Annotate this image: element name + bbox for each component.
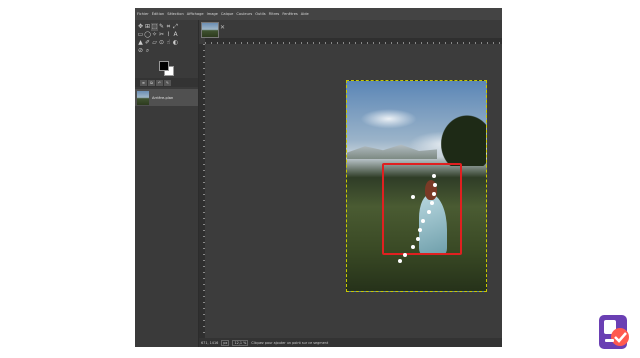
tab-paths[interactable]: ✎ bbox=[164, 79, 171, 86]
path-points-overlay bbox=[398, 174, 437, 263]
path-anchor-point[interactable] bbox=[403, 253, 407, 257]
rect-select-icon[interactable]: ▭ bbox=[137, 31, 144, 39]
tool-grid: ✥ ⊞ ⬚ ✎ ⌗ ⤢ ▭ ◯ ✧ ✂ ⌇ A ▲ ✐ ▱ ⊙ ☝ ◐ ⊘ ⌕ bbox=[137, 23, 182, 55]
menu-outils[interactable]: Outils bbox=[255, 12, 265, 16]
eraser-icon[interactable]: ▱ bbox=[151, 39, 158, 47]
menu-filtres[interactable]: Filtres bbox=[269, 12, 280, 16]
menu-couleurs[interactable]: Couleurs bbox=[236, 12, 252, 16]
layers-dock-tabs: ≡ ⧉ ↶ ✎ bbox=[135, 78, 198, 87]
zoom-icon[interactable]: ⌕ bbox=[144, 47, 151, 55]
path-anchor-point[interactable] bbox=[416, 237, 420, 241]
layer-item[interactable]: Arrière-plan bbox=[135, 89, 198, 106]
tab-channels[interactable]: ⧉ bbox=[148, 79, 155, 86]
layer-name: Arrière-plan bbox=[152, 95, 174, 100]
transform-tool-icon[interactable]: ⤢ bbox=[172, 23, 179, 31]
paintbrush-icon[interactable]: ✐ bbox=[144, 39, 151, 47]
unit-select[interactable]: px bbox=[221, 339, 230, 346]
crop-tool-icon[interactable]: ⌗ bbox=[165, 23, 172, 31]
zoom-select[interactable]: 12,1 % bbox=[232, 339, 249, 346]
path-anchor-point[interactable] bbox=[421, 219, 425, 223]
photo-canvas[interactable] bbox=[346, 80, 487, 292]
color-swatches[interactable] bbox=[159, 61, 174, 76]
free-select-icon[interactable]: ⬚ bbox=[151, 23, 158, 31]
menu-calque[interactable]: Calque bbox=[221, 12, 233, 16]
menu-image[interactable]: Image bbox=[207, 12, 218, 16]
move-tool-icon[interactable]: ✥ bbox=[137, 23, 144, 31]
close-icon[interactable]: ✕ bbox=[220, 24, 225, 31]
menu-fichier[interactable]: Fichier bbox=[137, 12, 149, 16]
menu-edition[interactable]: Édition bbox=[152, 12, 164, 16]
path-anchor-point[interactable] bbox=[418, 228, 422, 232]
scissors-icon[interactable]: ✂ bbox=[158, 31, 165, 39]
status-message: Cliquez pour ajouter un point sur ce seg… bbox=[251, 340, 329, 345]
path-tool-icon[interactable]: ✎ bbox=[158, 23, 165, 31]
color-picker-icon[interactable]: ⊘ bbox=[137, 47, 144, 55]
menu-selection[interactable]: Sélection bbox=[167, 12, 184, 16]
menu-affichage[interactable]: Affichage bbox=[187, 12, 204, 16]
toolbox-panel: ✥ ⊞ ⬚ ✎ ⌗ ⤢ ▭ ◯ ✧ ✂ ⌇ A ▲ ✐ ▱ ⊙ ☝ ◐ ⊘ ⌕ ≡ ⧉ ↶ ✎ Arrière-pla… bbox=[135, 20, 199, 347]
bucket-fill-icon[interactable]: ▲ bbox=[137, 39, 144, 47]
menu-fenetres[interactable]: Fenêtres bbox=[282, 12, 297, 16]
path-anchor-point[interactable] bbox=[411, 195, 415, 199]
clone-tool-icon[interactable]: ⊙ bbox=[158, 39, 165, 47]
gimp-window: Fichier Édition Sélection Affichage Imag… bbox=[135, 8, 502, 347]
canvas-area[interactable] bbox=[205, 44, 502, 338]
foreground-color-swatch[interactable] bbox=[159, 61, 169, 71]
menu-aide[interactable]: Aide bbox=[301, 12, 309, 16]
path-anchor-point[interactable] bbox=[432, 174, 436, 178]
align-tool-icon[interactable]: ⊞ bbox=[144, 23, 151, 31]
menu-bar: Fichier Édition Sélection Affichage Imag… bbox=[135, 8, 502, 20]
path-anchor-point[interactable] bbox=[430, 201, 434, 205]
layer-thumbnail bbox=[137, 90, 149, 105]
status-bar: 671, 1416 px 12,1 % Cliquez pour ajouter… bbox=[199, 338, 502, 347]
image-tab-thumbnail[interactable] bbox=[201, 22, 219, 38]
dodge-burn-icon[interactable]: ◐ bbox=[172, 39, 179, 47]
brand-logo bbox=[599, 315, 629, 349]
path-anchor-point[interactable] bbox=[398, 259, 402, 263]
ellipse-select-icon[interactable]: ◯ bbox=[144, 31, 151, 39]
smudge-icon[interactable]: ☝ bbox=[165, 39, 172, 47]
fuzzy-select-icon[interactable]: ✧ bbox=[151, 31, 158, 39]
path-anchor-point[interactable] bbox=[432, 192, 436, 196]
path-anchor-point[interactable] bbox=[411, 245, 415, 249]
pointer-coordinates: 671, 1416 bbox=[201, 340, 219, 345]
tab-layers[interactable]: ≡ bbox=[140, 79, 147, 86]
tab-undo-history[interactable]: ↶ bbox=[156, 79, 163, 86]
text-tool-icon[interactable]: A bbox=[172, 31, 179, 39]
path-anchor-point[interactable] bbox=[433, 183, 437, 187]
paths-icon[interactable]: ⌇ bbox=[165, 31, 172, 39]
image-tabs-bar: ✕ bbox=[199, 20, 502, 38]
path-anchor-point[interactable] bbox=[427, 210, 431, 214]
